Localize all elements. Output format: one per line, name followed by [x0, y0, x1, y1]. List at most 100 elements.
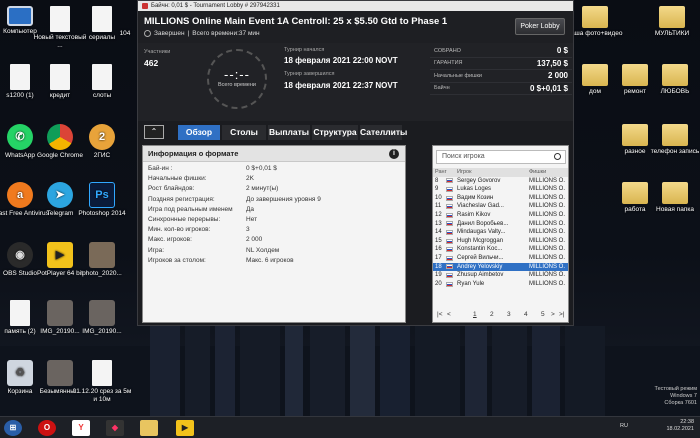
country-flag-icon	[446, 204, 453, 210]
pager-page-4[interactable]: 4	[524, 311, 528, 318]
player-rank: 8	[435, 177, 439, 184]
player-name: Zhusup Aimbetov	[457, 272, 504, 279]
poker-lobby-button[interactable]: Poker Lobby	[515, 18, 565, 35]
pager-page-3[interactable]: 3	[507, 311, 511, 318]
player-chips: MILLIONS O...	[529, 229, 565, 236]
desktop-icon-photo-video-folder[interactable]: ваша фото+видео	[565, 6, 625, 38]
desktop-icon-2gis[interactable]: 2 2ГИС	[72, 124, 132, 160]
desktop-icon-phone-folder[interactable]: телефон запись	[645, 124, 700, 156]
tab-payouts[interactable]: Выплаты	[268, 125, 310, 140]
clock-icon	[144, 30, 151, 37]
player-chips: MILLIONS O...	[529, 280, 565, 287]
table-row[interactable]: 8 Sergey Govorov MILLIONS O...	[433, 177, 568, 186]
player-chips: MILLIONS O...	[529, 220, 565, 227]
info-row: Мин. кол-во игроков: 3	[148, 226, 250, 234]
player-name: Вадим Козин	[457, 194, 494, 201]
pager-page-2[interactable]: 2	[490, 311, 494, 318]
window-titlebar[interactable]: Байчн: 0,01 $ - Tournament Lobby # 29794…	[138, 1, 573, 11]
info-icon[interactable]: i	[389, 149, 399, 159]
tab-structure[interactable]: Структура	[312, 125, 358, 140]
pager-page-1[interactable]: 1	[473, 311, 477, 318]
table-row[interactable]: 9 Lukas Loges MILLIONS O...	[433, 185, 568, 194]
player-rank: 17	[435, 254, 442, 261]
app-pinned-icon[interactable]: ◆	[106, 420, 124, 436]
column-player[interactable]: Игрок	[455, 168, 527, 177]
collapse-button[interactable]: ⌃	[144, 125, 164, 139]
desktop-icon-partial[interactable]: 104	[110, 30, 140, 38]
tournament-timer: --:-- Всего времени	[207, 49, 267, 109]
pager-first-button[interactable]: |<	[437, 311, 442, 318]
pager-next-button[interactable]: >	[551, 311, 555, 318]
start-button[interactable]: ⊞	[4, 420, 22, 436]
potplayer-taskbar-icon[interactable]: ▶	[176, 420, 194, 436]
info-row: Бай-ин :0 $+0,01 $	[148, 165, 277, 172]
icon-label: ваша фото+видео	[567, 30, 623, 37]
column-chips[interactable]: Фишки	[527, 168, 565, 177]
desktop-icon-srez[interactable]: 01.12.20 срез за 5м и 10м	[72, 360, 132, 404]
icon-label: photo_2020...	[82, 270, 122, 277]
app-icon	[142, 3, 148, 9]
info-row: Макс. игроков: 2 000	[148, 236, 263, 244]
player-rank: 15	[435, 237, 442, 244]
tournament-title: MILLIONS Online Main Event 1A Centroll: …	[144, 16, 448, 27]
player-chips: MILLIONS O...	[529, 177, 565, 184]
opera-icon[interactable]: O	[38, 420, 56, 436]
table-row[interactable]: 15 Hugh Mcgroggan MILLIONS O...	[433, 237, 568, 246]
country-flag-icon	[446, 247, 453, 253]
info-row: Игра: NL Холдем	[148, 246, 280, 254]
table-row[interactable]: 13 Данил Воробьев... MILLIONS O...	[433, 220, 568, 229]
table-row[interactable]: 19 Zhusup Aimbetov MILLIONS O...	[433, 271, 568, 280]
country-flag-icon	[446, 229, 453, 235]
desktop-icon-multiki-folder[interactable]: МУЛЬТИКИ	[642, 6, 700, 38]
tab-tables[interactable]: Столы	[222, 125, 266, 140]
player-chips: MILLIONS O...	[529, 246, 565, 253]
image-thumbnail-icon	[47, 300, 73, 326]
table-row[interactable]: 14 Mindaugas Valty... MILLIONS O...	[433, 228, 568, 237]
player-rank: 18	[435, 263, 442, 270]
player-name: Andrey Yelovskiy	[457, 263, 503, 270]
clock-date[interactable]: 18.02.2021	[666, 426, 694, 433]
format-info-title: Информация о формате	[148, 149, 239, 158]
pager-prev-button[interactable]: <	[447, 311, 451, 318]
system-tray: RU 22:38 18.02.2021	[620, 419, 694, 433]
column-rank[interactable]: Ранг	[433, 168, 447, 177]
desktop-icon-photo-2020[interactable]: photo_2020...	[72, 242, 132, 278]
player-chips: MILLIONS O...	[529, 211, 565, 218]
yandex-browser-icon[interactable]: Y	[72, 420, 90, 436]
pager-page-5[interactable]: 5	[541, 311, 545, 318]
tab-overview[interactable]: Обзор	[178, 125, 220, 140]
tab-satellites[interactable]: Сателлиты	[360, 125, 407, 140]
table-row[interactable]: 17 Сергей Вильчи... MILLIONS O...	[433, 254, 568, 263]
player-rank: 13	[435, 220, 442, 227]
desktop-icon-lyubov-folder[interactable]: ЛЮБОВЬ	[645, 64, 700, 96]
search-icon[interactable]	[554, 153, 561, 160]
language-indicator[interactable]: RU	[620, 423, 628, 430]
table-row[interactable]: 11 Viacheslav Gad... MILLIONS O...	[433, 202, 568, 211]
country-flag-icon	[446, 195, 453, 201]
player-rank: 20	[435, 280, 442, 287]
player-name: Ryan Yule	[457, 280, 485, 287]
desktop-icon-photoshop[interactable]: Ps Photoshop 2014	[72, 182, 132, 218]
desktop-icon-img-2[interactable]: IMG_20190...	[72, 300, 132, 336]
table-row[interactable]: 16 Konstantin Koc... MILLIONS O...	[433, 245, 568, 254]
desktop-icon-new-folder[interactable]: Новая папка	[645, 182, 700, 214]
table-row[interactable]: 12 Rasim Kikov MILLIONS O...	[433, 211, 568, 220]
clock-time[interactable]: 22:38	[666, 419, 694, 426]
document-icon	[92, 6, 112, 32]
status-label: Завершен	[154, 30, 185, 37]
country-flag-icon	[446, 221, 453, 227]
file-explorer-icon[interactable]	[140, 420, 158, 436]
info-row: Игра под реальным именем Да	[148, 205, 255, 213]
chrome-icon	[47, 124, 73, 150]
table-row[interactable]: 18 Andrey Yelovskiy MILLIONS O...	[433, 262, 568, 272]
tournament-status: Завершен | Всего времени:37 мин	[144, 30, 260, 37]
player-rank: 11	[435, 203, 442, 210]
desktop-icon-slots[interactable]: слоты	[72, 64, 132, 100]
pager-last-button[interactable]: >|	[559, 311, 564, 318]
end-label: Турнир завершился	[284, 71, 335, 77]
info-row: Игроков за столом: Макс. 6 игроков	[148, 256, 294, 264]
table-row[interactable]: 10 Вадим Козин MILLIONS O...	[433, 194, 568, 203]
format-info-panel: Информация о формате i Бай-ин :0 $+0,01 …	[142, 145, 406, 323]
player-search-input[interactable]: Поиск игрока	[436, 150, 566, 164]
table-row[interactable]: 20 Ryan Yule MILLIONS O...	[433, 280, 568, 289]
